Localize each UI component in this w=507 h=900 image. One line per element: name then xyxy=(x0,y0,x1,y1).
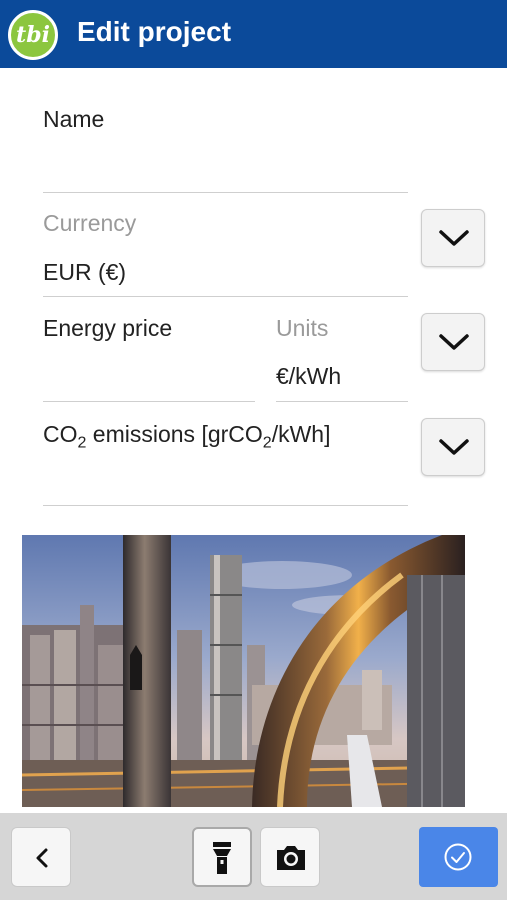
energy-price-label: Energy price xyxy=(43,315,173,341)
units-value[interactable]: €/kWh xyxy=(276,363,341,390)
co2-emissions-label: CO2 emissions [grCO2/kWh] xyxy=(43,421,330,453)
check-circle-icon xyxy=(444,843,472,871)
units-dropdown-button[interactable] xyxy=(421,313,485,371)
chevron-left-icon xyxy=(36,848,48,868)
confirm-button[interactable] xyxy=(419,827,498,887)
currency-value[interactable]: EUR (€) xyxy=(43,259,126,286)
co2-label-prefix: CO xyxy=(43,421,78,447)
industrial-plant-image xyxy=(22,535,465,807)
page-title: Edit project xyxy=(77,16,232,47)
bottom-toolbar xyxy=(0,813,507,900)
name-label: Name xyxy=(43,106,105,132)
co2-label-sub2: 2 xyxy=(262,434,272,452)
chevron-down-icon xyxy=(439,334,469,350)
logo-text: tbi xyxy=(16,22,50,48)
chevron-down-icon xyxy=(439,439,469,455)
co2-emissions-input[interactable] xyxy=(43,468,408,502)
name-underline xyxy=(43,192,408,193)
edit-project-form: Name Currency EUR (€) Energy price Units… xyxy=(0,68,507,813)
flashlight-button[interactable] xyxy=(192,827,252,887)
currency-underline xyxy=(43,296,408,297)
back-button[interactable] xyxy=(11,827,71,887)
camera-button[interactable] xyxy=(260,827,320,887)
units-label: Units xyxy=(276,315,329,341)
app-bar: tbi Edit project xyxy=(0,0,507,68)
co2-dropdown-button[interactable] xyxy=(421,418,485,476)
currency-label: Currency xyxy=(43,210,137,236)
currency-dropdown-button[interactable] xyxy=(421,209,485,267)
tbi-logo: tbi xyxy=(8,10,58,60)
energy-price-underline xyxy=(43,401,255,402)
co2-underline xyxy=(43,505,408,506)
name-input[interactable] xyxy=(43,154,408,188)
chevron-down-icon xyxy=(439,230,469,246)
energy-price-input[interactable] xyxy=(43,363,255,397)
camera-icon xyxy=(277,846,305,870)
project-photo xyxy=(22,535,465,807)
flashlight-icon xyxy=(213,842,231,874)
units-underline xyxy=(276,401,408,402)
co2-label-mid: emissions [grCO xyxy=(86,421,263,447)
co2-label-suffix: /kWh] xyxy=(271,421,331,447)
